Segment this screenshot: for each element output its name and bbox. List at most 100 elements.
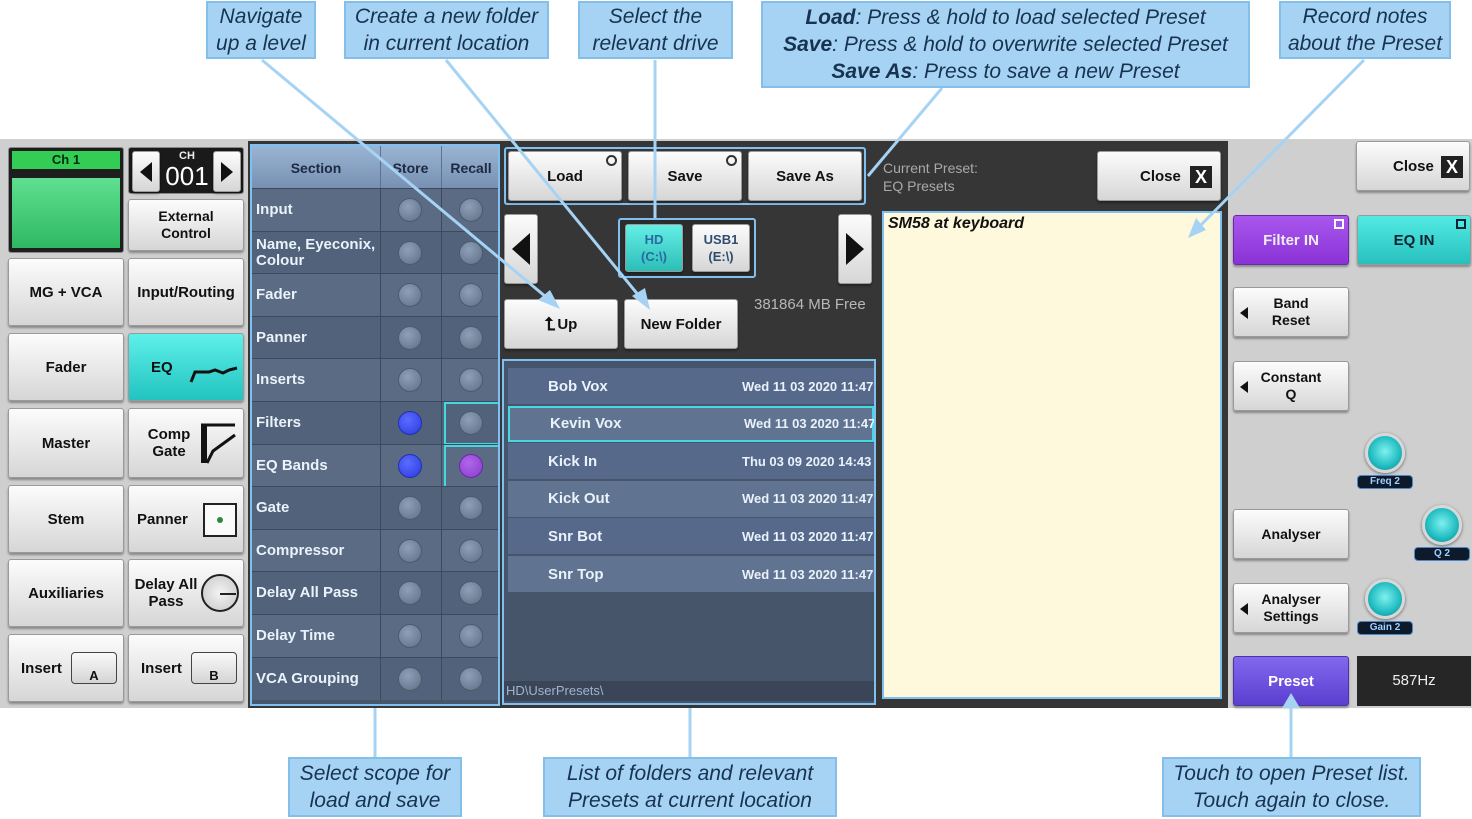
filter-in-button[interactable]: Filter IN [1233,215,1349,265]
channel-name-label: Ch 1 [12,151,120,169]
recall-toggle[interactable] [459,538,483,563]
eq-close-button[interactable]: Close X [1356,141,1470,191]
file-row[interactable]: Kick In Thu 03 09 2020 14:43 [508,443,874,480]
store-toggle[interactable] [398,411,422,435]
section-row: Filters [252,401,498,445]
auxiliaries-button[interactable]: Auxiliaries [8,559,124,627]
insert-b-button[interactable]: Insert B [128,634,244,702]
recall-toggle[interactable] [459,240,483,265]
file-row[interactable]: Kevin Vox Wed 11 03 2020 11:47 [508,405,874,442]
store-toggle[interactable] [398,198,422,222]
new-folder-button[interactable]: New Folder [624,299,738,349]
eq-in-label: EQ IN [1393,231,1435,249]
freq-knob[interactable] [1365,433,1405,473]
master-button[interactable]: Master [8,408,124,478]
panner-button[interactable]: Panner [128,485,244,553]
section-row: VCA Grouping [252,656,498,701]
column-divider [441,529,442,573]
insert-a-button[interactable]: Insert A [8,634,124,702]
column-divider [441,316,442,360]
eq-in-button[interactable]: EQ IN [1357,215,1471,265]
recall-toggle[interactable] [459,283,483,308]
delay-dial-icon [201,574,239,612]
store-toggle[interactable] [398,325,422,350]
eq-button[interactable]: EQ [128,333,244,401]
recall-toggle[interactable] [459,666,483,691]
recall-toggle[interactable] [459,496,483,521]
input-routing-button[interactable]: Input/Routing [128,258,244,326]
store-toggle[interactable] [398,453,422,478]
delay-label: Delay All Pass [134,576,198,610]
callout-list-text: List of folders and relevant Presets at … [566,762,814,812]
file-row[interactable]: Bob Vox Wed 11 03 2020 11:47 [508,368,874,404]
comp-gate-button[interactable]: Comp Gate [128,408,244,478]
drive-usb-button[interactable]: USB1 (E:\) [692,224,750,272]
up-label: Up [557,315,578,333]
drive-hd-button[interactable]: HD (C:\) [625,224,683,272]
fader-button[interactable]: Fader [8,333,124,401]
column-divider [380,657,381,701]
recall-toggle[interactable] [459,198,483,222]
callout-saveas-line: Save As: Press to save a new Preset [831,58,1179,85]
column-divider [380,359,381,403]
save-button[interactable]: Save [628,151,742,201]
file-row[interactable]: Snr Bot Wed 11 03 2020 11:47 [508,518,874,555]
column-divider [380,231,381,275]
band-reset-button[interactable]: Band Reset [1233,287,1349,337]
callout-load-line: Load: Press & hold to load selected Pres… [805,4,1205,31]
chevron-left-icon [140,161,152,182]
delay-all-pass-button[interactable]: Delay All Pass [128,559,244,627]
load-button[interactable]: Load [508,151,622,201]
analyser-button[interactable]: Analyser [1233,509,1349,559]
constant-q-button[interactable]: Constant Q [1233,361,1349,411]
callout-drive-text: Select the relevant drive [592,5,719,55]
external-control-button[interactable]: External Control [128,199,244,251]
recall-toggle[interactable] [459,368,483,393]
analyser-settings-button[interactable]: Analyser Settings [1233,583,1349,633]
store-toggle[interactable] [398,624,422,648]
stem-button[interactable]: Stem [8,485,124,553]
preset-close-button[interactable]: Close X [1097,151,1221,201]
channel-select-box[interactable]: Ch 1 [8,147,124,253]
gain-knob[interactable] [1365,579,1405,619]
load-label: Load [547,167,583,185]
section-row: EQ Bands [252,443,498,488]
preset-notes-area[interactable]: SM58 at keyboard [882,211,1222,699]
press-hold-icon [726,155,737,166]
store-toggle[interactable] [398,538,422,563]
recall-toggle[interactable] [459,624,483,648]
callout-scope-text: Select scope for load and save [299,762,451,812]
mg-vca-button[interactable]: MG + VCA [8,258,124,326]
file-row[interactable]: Snr Top Wed 11 03 2020 11:47 [508,556,874,592]
store-toggle[interactable] [398,283,422,308]
store-toggle[interactable] [398,666,422,691]
up-button[interactable]: ⮤ Up [504,299,618,349]
store-toggle[interactable] [398,581,422,606]
save-as-button[interactable]: Save As [748,151,862,201]
channel-prev-button[interactable] [132,151,160,192]
q-knob[interactable] [1422,505,1462,545]
store-toggle[interactable] [398,240,422,265]
recall-toggle[interactable] [459,581,483,606]
drive-next-button[interactable] [838,214,872,284]
eq-button-label: EQ [151,358,173,376]
drive-prev-button[interactable] [504,214,538,284]
frequency-readout: 587Hz [1357,656,1471,706]
callout-load-text: : Press & hold to load selected Preset [855,6,1206,29]
current-path: HD\UserPresets\ [504,681,874,701]
chevron-left-icon [512,233,530,265]
triangle-left-icon [1240,603,1248,615]
section-row-label: Fader [256,286,297,304]
recall-toggle[interactable] [459,325,483,350]
channel-number-box: CH 001 [128,147,244,194]
preset-button[interactable]: Preset [1233,656,1349,706]
store-toggle[interactable] [398,368,422,393]
comp-gate-label: Comp Gate [147,426,191,460]
section-row-label: Name, Eyeconix, Colour [256,235,376,269]
recall-header-label: Recall [441,146,498,188]
callout-preset-open-text: Touch to open Preset list. Touch again t… [1173,762,1410,812]
current-preset-value: EQ Presets [883,178,955,194]
store-toggle[interactable] [398,496,422,521]
channel-next-button[interactable] [213,151,241,192]
file-row[interactable]: Kick Out Wed 11 03 2020 11:47 [508,480,874,517]
